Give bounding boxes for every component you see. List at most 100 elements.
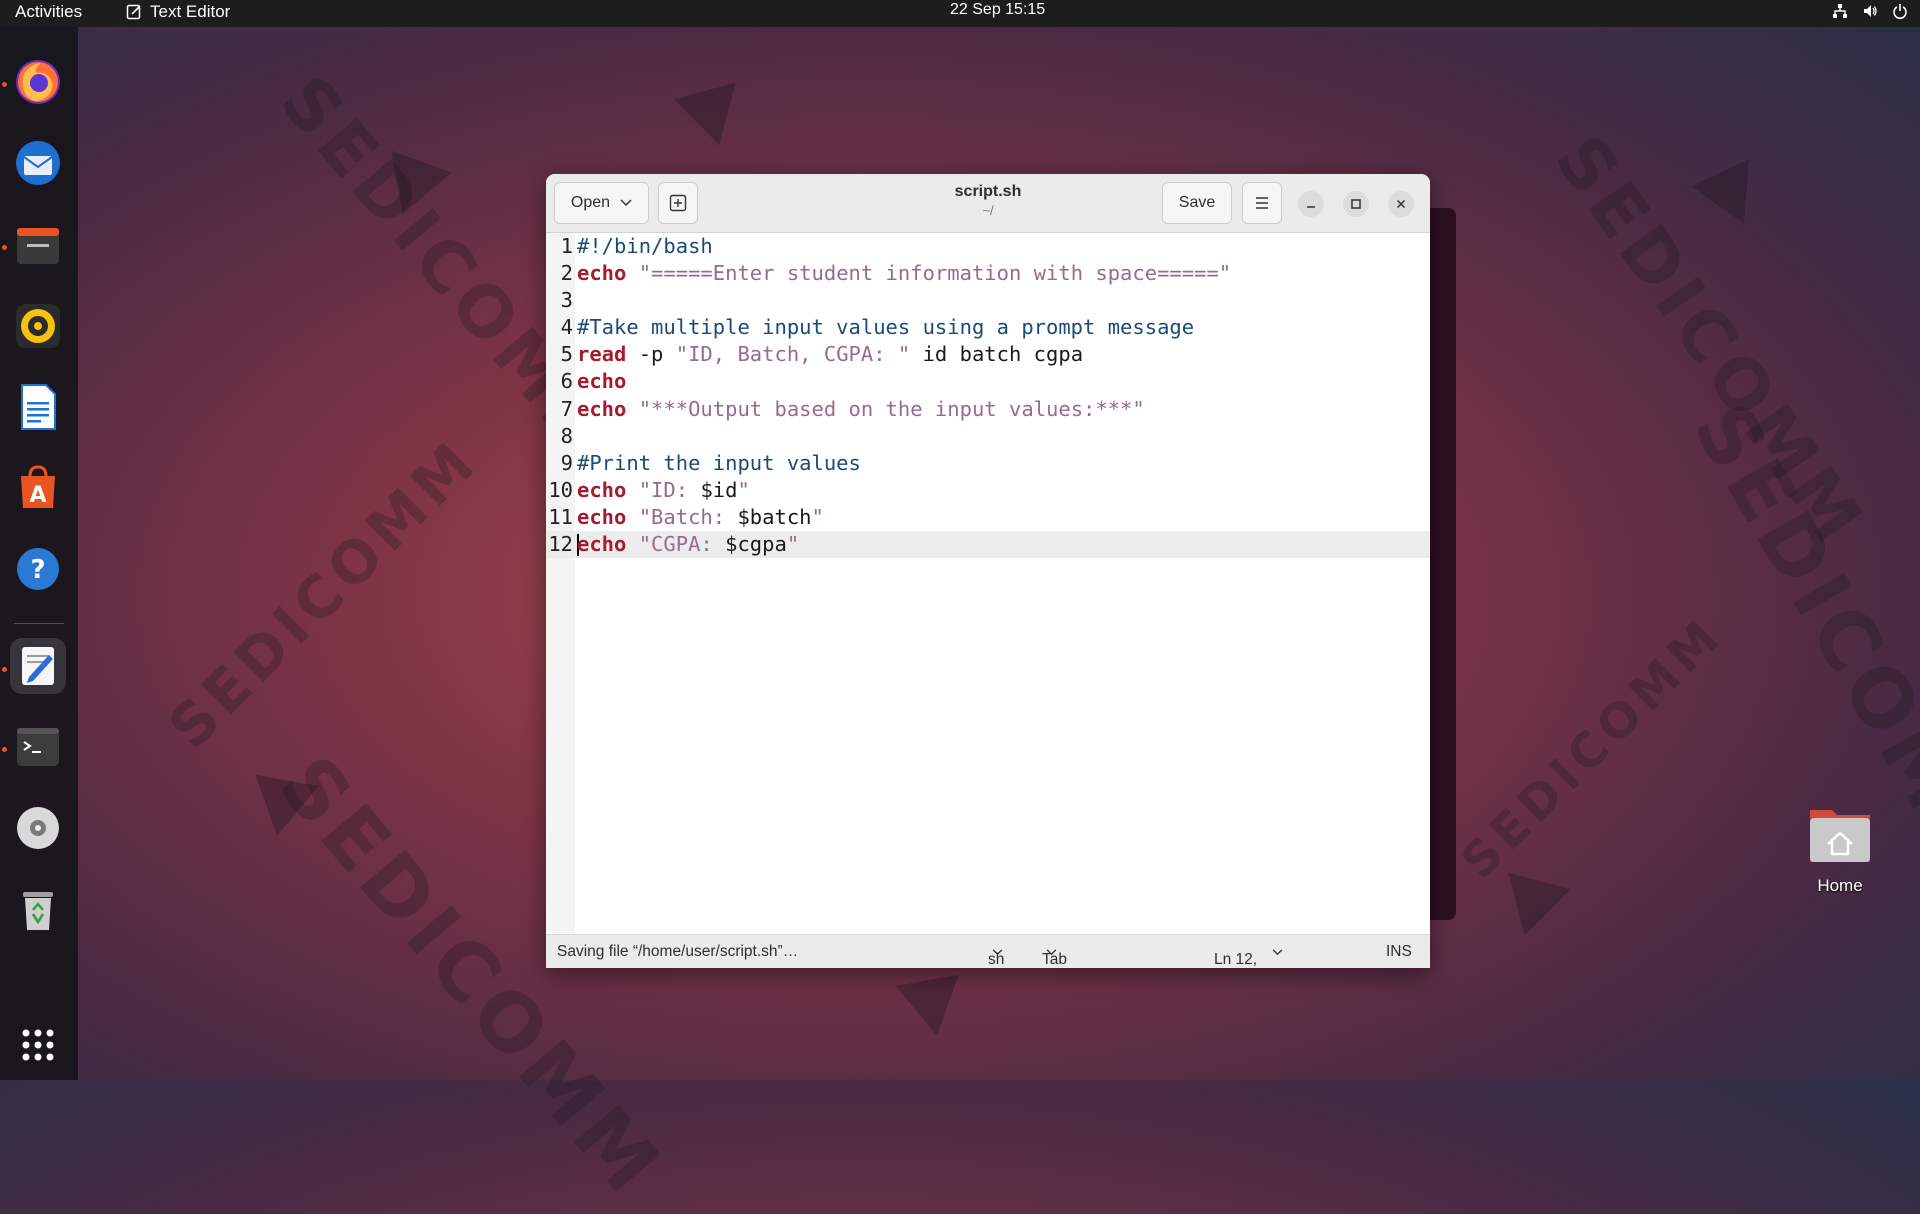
close-icon bbox=[1396, 199, 1406, 209]
code-token: -p bbox=[626, 342, 676, 367]
code-line[interactable]: 7 echo "***Output based on the input valu… bbox=[546, 396, 1430, 423]
code-text: #!/bin/bash bbox=[577, 233, 713, 260]
dock-show-apps[interactable] bbox=[10, 1017, 66, 1073]
clock[interactable]: 22 Sep 15:15 bbox=[950, 1, 1045, 19]
code-token: " bbox=[786, 532, 800, 557]
dock: A ? bbox=[0, 27, 78, 1080]
status-bar: Saving file “/home/user/script.sh”… sh T… bbox=[546, 934, 1430, 968]
code-line[interactable]: 3 bbox=[546, 287, 1430, 314]
line-number: 4 bbox=[560, 315, 573, 340]
code-line[interactable]: 5 read -p "ID, Batch, CGPA: " id batch cg… bbox=[546, 341, 1430, 368]
code-token: id batch cgpa bbox=[910, 342, 1084, 367]
system-tray[interactable] bbox=[1832, 3, 1908, 19]
minimize-icon bbox=[1307, 206, 1315, 208]
dock-firefox[interactable] bbox=[10, 54, 66, 110]
libreoffice-writer-icon bbox=[21, 384, 56, 430]
running-indicator bbox=[2, 245, 7, 250]
code-text: echo "***Output based on the input value… bbox=[577, 396, 1145, 423]
code-token: #!/bin/bash bbox=[577, 234, 713, 258]
dock-help[interactable]: ? bbox=[10, 541, 66, 597]
code-text: #Print the input values bbox=[577, 450, 861, 477]
code-text: echo "CGPA: $cgpa" bbox=[577, 531, 799, 558]
dock-rhythmbox[interactable] bbox=[10, 298, 66, 354]
dock-software-center[interactable]: A bbox=[10, 459, 66, 515]
code-token: echo bbox=[577, 369, 627, 394]
text-editor-icon bbox=[126, 4, 141, 20]
app-menu[interactable]: Text Editor bbox=[126, 2, 230, 22]
dock-disc[interactable] bbox=[10, 800, 66, 856]
line-number: 12 bbox=[548, 532, 573, 557]
running-indicator bbox=[2, 667, 7, 672]
code-text: echo "=====Enter student information wit… bbox=[577, 260, 1231, 287]
language-selector[interactable]: sh bbox=[988, 943, 1004, 968]
code-editor-area[interactable]: 1 #!/bin/bash 2 echo "=====Enter student in… bbox=[546, 233, 1430, 933]
code-token: echo bbox=[577, 477, 627, 502]
status-message: Saving file “/home/user/script.sh”… bbox=[557, 943, 799, 960]
svg-text:A: A bbox=[29, 483, 46, 508]
close-button[interactable] bbox=[1388, 191, 1414, 217]
code-line[interactable]: 6 echo bbox=[546, 368, 1430, 395]
code-line[interactable]: 9 #Print the input values bbox=[546, 450, 1430, 477]
insert-mode-indicator[interactable]: INS bbox=[1386, 943, 1412, 961]
dock-trash[interactable] bbox=[10, 881, 66, 937]
line-number: 3 bbox=[560, 288, 573, 313]
code-line[interactable]: 10 echo "ID: $id" bbox=[546, 477, 1430, 504]
tab-width-selector[interactable]: Tab Width: 8 bbox=[1042, 943, 1067, 968]
code-token: " bbox=[811, 504, 824, 529]
network-icon bbox=[1833, 4, 1847, 18]
dock-text-editor[interactable] bbox=[10, 638, 66, 694]
dock-thunderbird[interactable] bbox=[10, 135, 66, 191]
language-label: sh bbox=[988, 951, 1005, 968]
code-token: echo bbox=[577, 532, 627, 557]
code-token: " bbox=[737, 477, 750, 502]
power-icon bbox=[1893, 4, 1907, 19]
code-text: echo "ID: $id" bbox=[577, 477, 750, 504]
dock-separator bbox=[14, 623, 64, 624]
top-bar: Activities Text Editor 22 Sep 15:15 bbox=[0, 0, 1920, 27]
line-number: 1 bbox=[560, 234, 573, 258]
save-button[interactable]: Save bbox=[1162, 182, 1232, 224]
cursor-position-selector[interactable]: Ln 12, Col 1 bbox=[1214, 943, 1283, 968]
hamburger-menu-icon bbox=[1256, 197, 1268, 209]
line-number: 2 bbox=[560, 261, 573, 286]
running-indicator bbox=[2, 747, 7, 752]
dock-terminal[interactable] bbox=[10, 719, 66, 775]
code-token: echo bbox=[577, 261, 627, 286]
firefox-icon bbox=[16, 60, 60, 104]
home-folder-icon bbox=[1810, 810, 1870, 862]
help-icon: ? bbox=[17, 548, 59, 590]
minimize-button[interactable] bbox=[1298, 191, 1324, 217]
code-line[interactable]: 12 echo "CGPA: $cgpa" bbox=[546, 531, 1430, 559]
code-line[interactable]: 2 echo "=====Enter student information wi… bbox=[546, 260, 1430, 287]
maximize-button[interactable] bbox=[1343, 191, 1369, 217]
rhythmbox-icon bbox=[16, 304, 60, 348]
files-icon bbox=[17, 228, 59, 264]
code-text: echo bbox=[577, 368, 626, 395]
activities-button[interactable]: Activities bbox=[15, 2, 82, 22]
code-token: "CGPA: bbox=[638, 532, 726, 557]
cursor-position-label: Ln 12, Col 1 bbox=[1214, 951, 1258, 968]
code-line[interactable]: 1 #!/bin/bash bbox=[546, 233, 1430, 260]
line-number: 5 bbox=[560, 342, 573, 367]
code-token: read bbox=[577, 342, 627, 367]
code-token: #Take multiple input values using a prom… bbox=[577, 315, 1195, 340]
dock-libreoffice-writer[interactable] bbox=[10, 379, 66, 435]
software-center-icon: A bbox=[21, 465, 55, 508]
volume-icon bbox=[1864, 5, 1877, 17]
menu-button[interactable] bbox=[1242, 182, 1282, 224]
code-token: "=====Enter student information with spa… bbox=[638, 261, 1232, 286]
code-line[interactable]: 11 echo "Batch: $batch" bbox=[546, 504, 1430, 531]
dock-files[interactable] bbox=[10, 217, 66, 273]
home-folder-label: Home bbox=[1817, 876, 1863, 895]
code-token: $id bbox=[700, 477, 738, 502]
maximize-icon bbox=[1351, 199, 1361, 209]
code-line[interactable]: 8 bbox=[546, 423, 1430, 450]
line-number: 10 bbox=[548, 477, 573, 502]
code-line[interactable]: 4 #Take multiple input values using a pro… bbox=[546, 314, 1430, 341]
show-apps-icon bbox=[22, 1029, 54, 1061]
line-number: 7 bbox=[560, 396, 573, 421]
